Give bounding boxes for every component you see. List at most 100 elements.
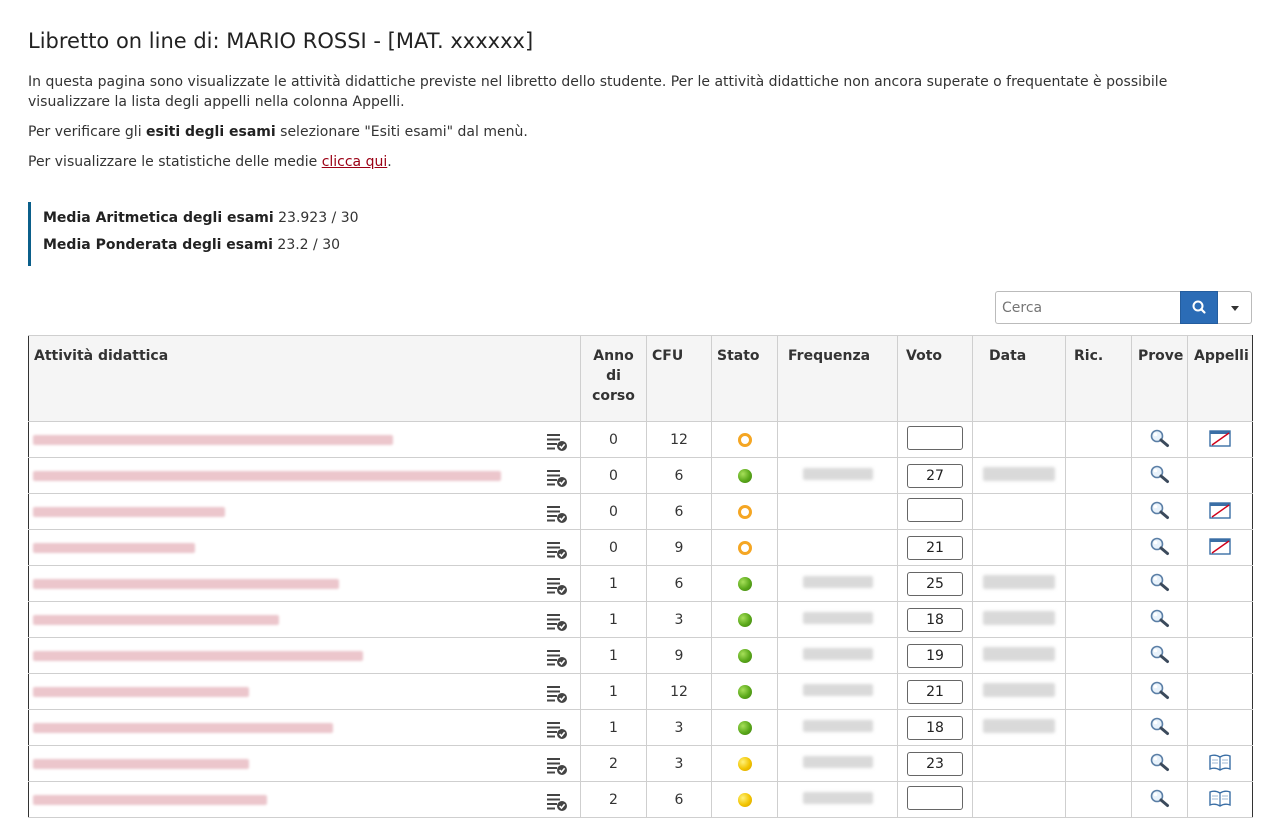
cell-attivita	[28, 421, 581, 458]
redacted-data	[983, 646, 1055, 661]
voto-box: 25	[907, 571, 963, 596]
cell-data	[972, 493, 1066, 530]
cell-appelli	[1187, 601, 1253, 638]
cell-ric	[1065, 745, 1132, 782]
magnifier-icon[interactable]	[1149, 500, 1171, 524]
cell-appelli	[1187, 565, 1253, 602]
search-input[interactable]	[995, 291, 1181, 324]
header-prove[interactable]: Prove	[1131, 335, 1188, 422]
cell-data	[972, 421, 1066, 458]
cell-appelli	[1187, 457, 1253, 494]
magnifier-icon[interactable]	[1149, 572, 1171, 596]
redacted-frequenza	[802, 791, 873, 804]
cell-ric	[1065, 637, 1132, 674]
calendar-crossed-icon[interactable]	[1208, 500, 1232, 524]
redacted-activity-name	[33, 795, 267, 805]
activity-detail-icon[interactable]	[546, 792, 568, 812]
cell-prove	[1131, 709, 1188, 746]
cell-frequenza	[777, 493, 898, 530]
cell-appelli	[1187, 745, 1253, 782]
cell-cfu: 3	[646, 709, 712, 746]
magnifier-icon[interactable]	[1149, 680, 1171, 704]
search-button[interactable]	[1180, 291, 1218, 324]
table-row: 1 9 19	[28, 637, 1253, 674]
activity-detail-icon[interactable]	[546, 756, 568, 776]
magnifier-icon[interactable]	[1149, 644, 1171, 668]
media-aritmetica: Media Aritmetica degli esami 23.923 / 30	[43, 210, 359, 226]
stato-green-icon	[737, 612, 752, 627]
cell-prove	[1131, 673, 1188, 710]
redacted-frequenza	[802, 467, 873, 480]
intro-text: In questa pagina sono visualizzate le at…	[28, 74, 1168, 110]
header-ric[interactable]: Ric.	[1065, 335, 1132, 422]
header-cfu[interactable]: CFU	[646, 335, 712, 422]
cell-anno: 1	[580, 673, 647, 710]
header-appelli[interactable]: Appelli	[1187, 335, 1253, 422]
redacted-frequenza	[802, 647, 873, 660]
cell-attivita	[28, 637, 581, 674]
voto-box: 27	[907, 463, 963, 488]
header-attivita[interactable]: Attività didattica	[28, 335, 581, 422]
cell-voto: 18	[897, 601, 973, 638]
stato-green-icon	[737, 720, 752, 735]
table-search	[995, 291, 1252, 324]
magnifier-icon[interactable]	[1149, 716, 1171, 740]
cell-stato	[711, 709, 778, 746]
cell-prove	[1131, 601, 1188, 638]
cell-ric	[1065, 529, 1132, 566]
calendar-crossed-icon[interactable]	[1208, 428, 1232, 452]
statistiche-link[interactable]: clicca qui	[322, 154, 388, 170]
redacted-data	[983, 466, 1055, 481]
stato-green-icon	[737, 576, 752, 591]
activity-detail-icon[interactable]	[546, 612, 568, 632]
activity-detail-icon[interactable]	[546, 648, 568, 668]
cell-attivita	[28, 565, 581, 602]
cell-frequenza	[777, 637, 898, 674]
cell-frequenza	[777, 457, 898, 494]
search-options-dropdown[interactable]	[1218, 291, 1252, 324]
cell-voto: 25	[897, 565, 973, 602]
calendar-crossed-icon[interactable]	[1208, 536, 1232, 560]
header-frequenza[interactable]: Frequenza	[777, 335, 898, 422]
activity-detail-icon[interactable]	[546, 576, 568, 596]
cell-prove	[1131, 745, 1188, 782]
activity-detail-icon[interactable]	[546, 468, 568, 488]
redacted-activity-name	[33, 723, 333, 733]
magnifier-icon[interactable]	[1149, 464, 1171, 488]
redacted-activity-name	[33, 687, 249, 697]
header-data[interactable]: Data	[972, 335, 1066, 422]
redacted-activity-name	[33, 435, 393, 445]
cell-ric	[1065, 421, 1132, 458]
cell-stato	[711, 457, 778, 494]
header-voto[interactable]: Voto	[897, 335, 973, 422]
cell-stato	[711, 421, 778, 458]
redacted-frequenza	[802, 683, 873, 696]
voto-box: 21	[907, 679, 963, 704]
cell-anno: 2	[580, 745, 647, 782]
magnifier-icon[interactable]	[1149, 608, 1171, 632]
redacted-activity-name	[33, 615, 279, 625]
cell-ric	[1065, 457, 1132, 494]
activity-detail-icon[interactable]	[546, 432, 568, 452]
activity-detail-icon[interactable]	[546, 720, 568, 740]
activity-detail-icon[interactable]	[546, 684, 568, 704]
header-stato[interactable]: Stato	[711, 335, 778, 422]
magnifier-icon[interactable]	[1149, 428, 1171, 452]
book-icon[interactable]	[1208, 752, 1232, 776]
cell-prove	[1131, 637, 1188, 674]
cell-frequenza	[777, 565, 898, 602]
cell-cfu: 6	[646, 493, 712, 530]
cell-attivita	[28, 745, 581, 782]
magnifier-icon[interactable]	[1149, 536, 1171, 560]
header-anno[interactable]: Anno di corso	[580, 335, 647, 422]
cell-stato	[711, 529, 778, 566]
activity-detail-icon[interactable]	[546, 504, 568, 524]
redacted-data	[983, 574, 1055, 589]
activity-detail-icon[interactable]	[546, 540, 568, 560]
cell-attivita	[28, 673, 581, 710]
magnifier-icon[interactable]	[1149, 752, 1171, 776]
cell-anno: 0	[580, 457, 647, 494]
cell-anno: 1	[580, 709, 647, 746]
voto-box: 23	[907, 751, 963, 776]
table-row: 0 9 21	[28, 529, 1253, 566]
